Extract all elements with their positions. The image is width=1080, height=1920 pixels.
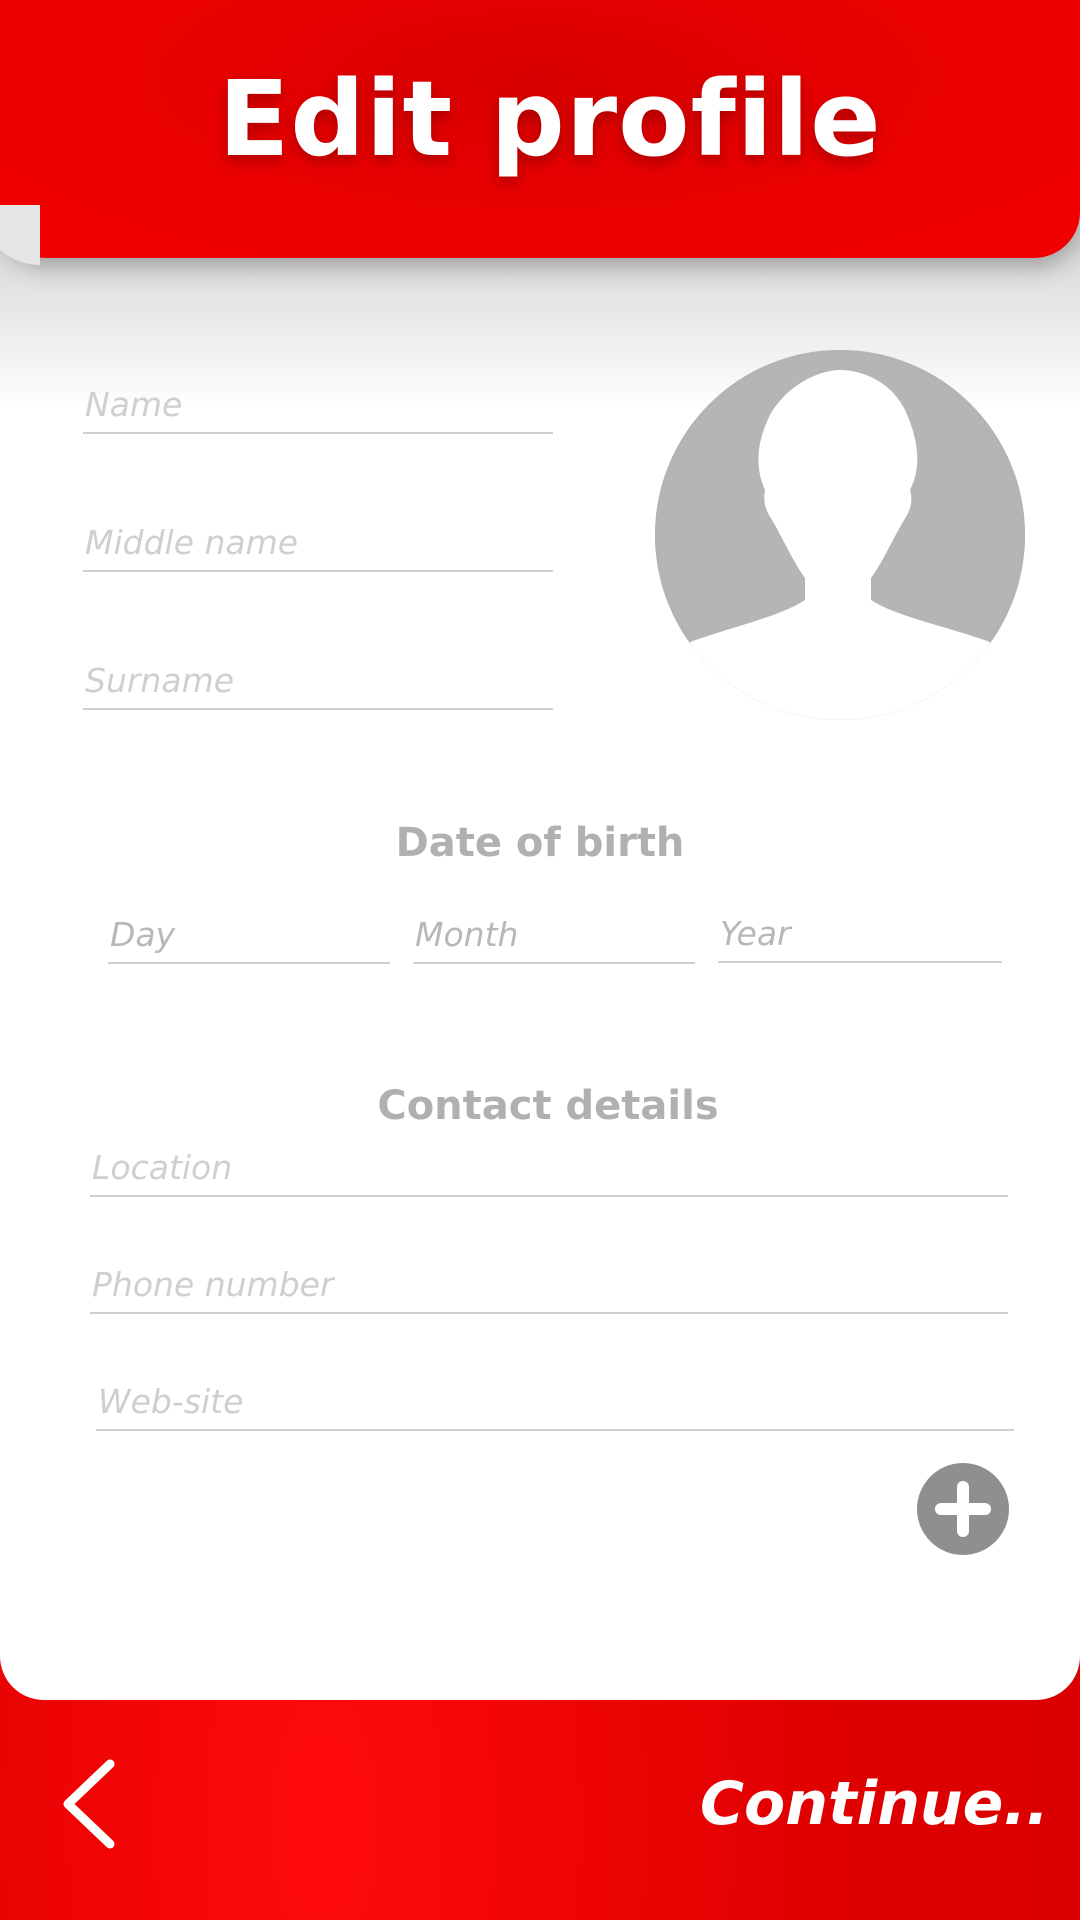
header: Edit profile — [0, 0, 1080, 265]
month-input[interactable] — [413, 915, 697, 962]
month-field[interactable] — [413, 915, 697, 964]
day-field[interactable] — [108, 915, 392, 964]
page-title: Edit profile — [218, 58, 882, 180]
chevron-left-icon — [63, 1759, 115, 1849]
phone-field[interactable] — [90, 1265, 1010, 1314]
middle-name-input[interactable] — [83, 523, 555, 570]
year-field[interactable] — [718, 914, 1004, 963]
avatar[interactable] — [655, 350, 1025, 720]
plus-icon — [935, 1481, 991, 1537]
day-input[interactable] — [108, 915, 392, 962]
surname-field[interactable] — [83, 661, 555, 710]
add-contact-button[interactable] — [917, 1463, 1009, 1555]
year-input[interactable] — [718, 914, 1004, 961]
continue-button[interactable]: Continue.. — [700, 1762, 1049, 1846]
middle-name-field[interactable] — [83, 523, 555, 572]
person-silhouette-icon — [690, 370, 990, 720]
website-field[interactable] — [96, 1382, 1016, 1431]
location-input[interactable] — [90, 1148, 1010, 1195]
phone-input[interactable] — [90, 1265, 1010, 1312]
back-button[interactable] — [58, 1758, 128, 1850]
location-field[interactable] — [90, 1148, 1010, 1197]
website-input[interactable] — [96, 1382, 1016, 1429]
contact-label: Contact details — [377, 1083, 719, 1129]
dob-label: Date of birth — [395, 820, 685, 866]
name-field[interactable] — [83, 385, 555, 434]
surname-input[interactable] — [83, 661, 555, 708]
name-input[interactable] — [83, 385, 555, 432]
